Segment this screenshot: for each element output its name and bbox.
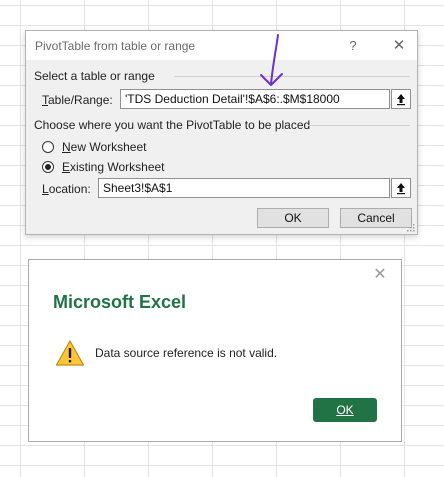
existing-worksheet-label-accel: E: [62, 160, 71, 174]
ok-button[interactable]: OK: [257, 208, 329, 228]
location-label-rest: ocation:: [48, 182, 91, 196]
collapse-dialog-icon: [397, 183, 405, 195]
help-button[interactable]: ?: [343, 36, 363, 56]
table-range-label-rest: able/Range:: [48, 93, 113, 107]
pivottable-dialog: PivotTable from table or range ? ✕ Selec…: [25, 30, 418, 235]
placement-section-label: Choose where you want the PivotTable to …: [34, 118, 311, 132]
table-range-input[interactable]: 'TDS Deduction Detail'!$A$6:.$M$18000: [120, 89, 390, 109]
section-divider: [308, 125, 410, 126]
table-range-label: Table/Range:: [42, 93, 113, 107]
close-button[interactable]: ✕: [389, 36, 409, 56]
location-label-accel: L: [42, 182, 49, 196]
select-range-section-label: Select a table or range: [34, 69, 155, 83]
dialog-title: PivotTable from table or range: [35, 39, 196, 53]
warning-icon: [55, 340, 85, 366]
location-collapse-button[interactable]: [391, 178, 411, 198]
collapse-dialog-icon: [397, 94, 405, 106]
table-range-collapse-button[interactable]: [391, 89, 411, 109]
message-ok-button[interactable]: OK: [313, 398, 377, 422]
new-worksheet-label[interactable]: New Worksheet: [62, 140, 146, 154]
existing-worksheet-radio[interactable]: [42, 161, 54, 173]
excel-message-box: ✕ Microsoft Excel Data source reference …: [28, 259, 402, 442]
cancel-button[interactable]: Cancel: [340, 208, 412, 228]
new-worksheet-radio[interactable]: [42, 141, 54, 153]
message-title: Microsoft Excel: [53, 292, 187, 312]
section-divider: [174, 76, 410, 77]
location-input[interactable]: Sheet3!$A$1: [98, 178, 390, 198]
existing-worksheet-label[interactable]: Existing Worksheet: [62, 160, 165, 174]
location-label: Location:: [42, 182, 91, 196]
arrow-down-annotation-icon: [260, 34, 283, 86]
existing-worksheet-label-rest: xisting Worksheet: [70, 160, 165, 174]
message-close-button[interactable]: ✕: [371, 266, 389, 284]
message-text: Data source reference is not valid.: [95, 346, 278, 360]
message-ok-label: OK: [336, 403, 354, 417]
new-worksheet-label-accel: N: [62, 140, 71, 154]
dialog-titlebar[interactable]: PivotTable from table or range ? ✕: [26, 31, 417, 60]
new-worksheet-label-rest: ew Worksheet: [70, 140, 147, 154]
resize-grip-icon[interactable]: [407, 224, 415, 232]
